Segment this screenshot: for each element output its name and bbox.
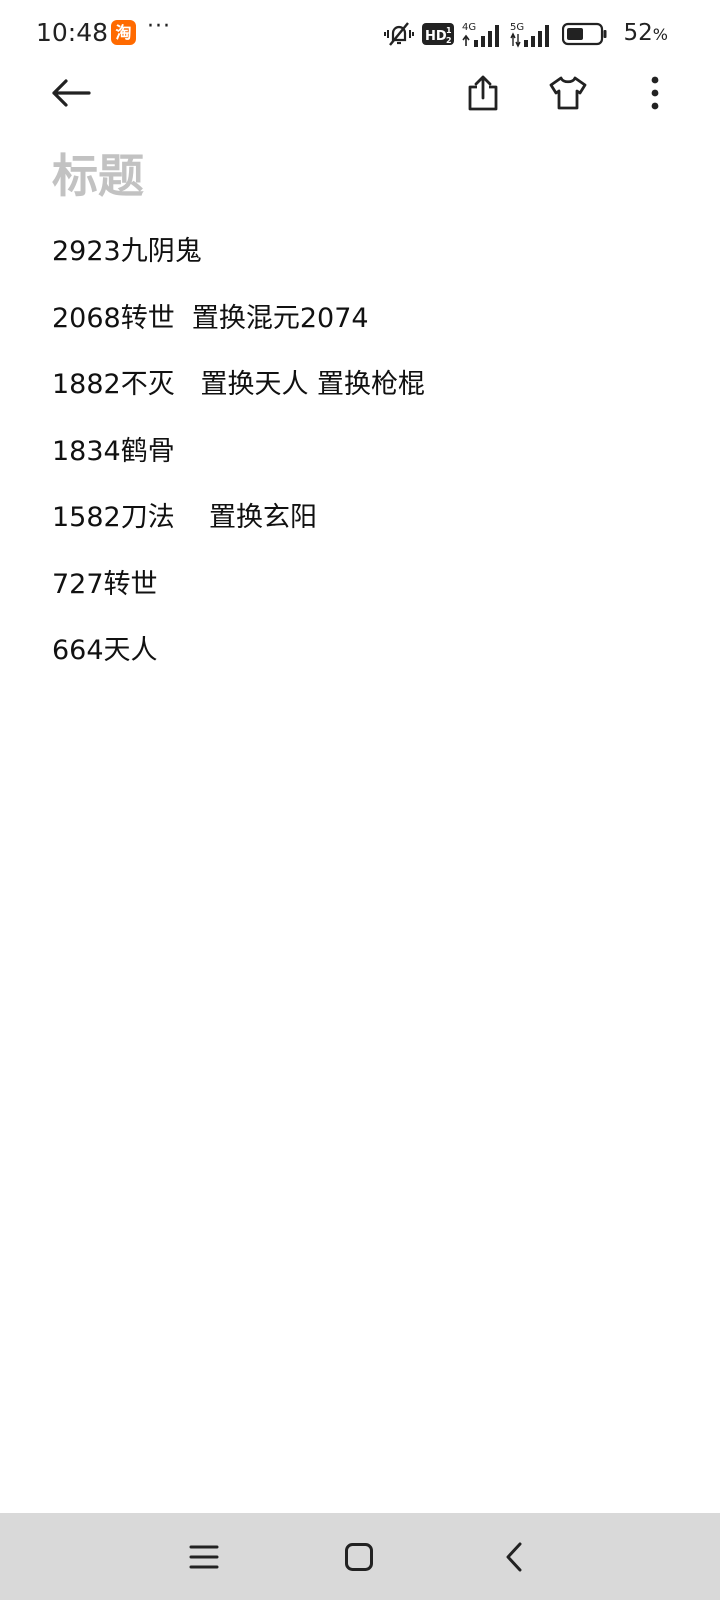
home-square-icon bbox=[345, 1543, 373, 1571]
svg-text:2: 2 bbox=[446, 36, 452, 45]
vibrate-mute-icon bbox=[384, 22, 414, 46]
back-arrow-icon bbox=[52, 79, 91, 107]
note-line[interactable]: 2068转世 置换混元2074 bbox=[52, 295, 425, 362]
note-line[interactable]: 1882不灭 置换天人 置换枪棍 bbox=[52, 361, 425, 428]
note-line[interactable]: 664天人 bbox=[52, 627, 425, 694]
svg-text:5G: 5G bbox=[510, 22, 524, 33]
recent-apps-button[interactable] bbox=[180, 1533, 228, 1581]
battery-percentage: 52% bbox=[624, 20, 668, 46]
more-options-button[interactable] bbox=[627, 65, 683, 121]
system-navigation-bar bbox=[0, 1513, 720, 1600]
more-vert-icon bbox=[651, 76, 659, 110]
svg-text:1: 1 bbox=[446, 26, 452, 35]
share-icon bbox=[468, 75, 498, 111]
more-notifications-icon: ··· bbox=[147, 14, 171, 39]
svg-text:4G: 4G bbox=[462, 22, 476, 33]
note-line[interactable]: 727转世 bbox=[52, 561, 425, 628]
status-bar: 10:48 淘 ··· HD 1 2 4G 5G 52% bbox=[0, 0, 720, 70]
hd-volte-icon: HD 1 2 bbox=[422, 23, 454, 45]
theme-button[interactable] bbox=[540, 65, 596, 121]
signal-4g-icon: 4G bbox=[462, 22, 499, 47]
note-body[interactable]: 2923九阴鬼 2068转世 置换混元2074 1882不灭 置换天人 置换枪棍 18… bbox=[52, 228, 425, 694]
theme-shirt-icon bbox=[549, 76, 587, 110]
status-icons: HD 1 2 4G 5G bbox=[384, 16, 608, 52]
back-chevron-icon bbox=[506, 1542, 522, 1572]
note-line[interactable]: 2923九阴鬼 bbox=[52, 228, 425, 295]
menu-icon bbox=[189, 1545, 219, 1569]
note-line[interactable]: 1834鹤骨 bbox=[52, 428, 425, 495]
signal-5g-icon: 5G bbox=[510, 22, 549, 48]
note-title-input[interactable]: 标题 bbox=[52, 140, 144, 206]
battery-icon bbox=[562, 22, 607, 46]
home-button[interactable] bbox=[335, 1533, 383, 1581]
svg-text:HD: HD bbox=[425, 29, 447, 44]
system-back-button[interactable] bbox=[490, 1533, 538, 1581]
back-button[interactable] bbox=[43, 65, 99, 121]
share-button[interactable] bbox=[455, 65, 511, 121]
battery-value: 52 bbox=[623, 20, 653, 46]
battery-unit: % bbox=[652, 25, 668, 44]
taobao-app-icon: 淘 bbox=[111, 20, 136, 45]
note-line[interactable]: 1582刀法 置换玄阳 bbox=[52, 494, 425, 561]
status-time: 10:48 bbox=[36, 18, 109, 47]
